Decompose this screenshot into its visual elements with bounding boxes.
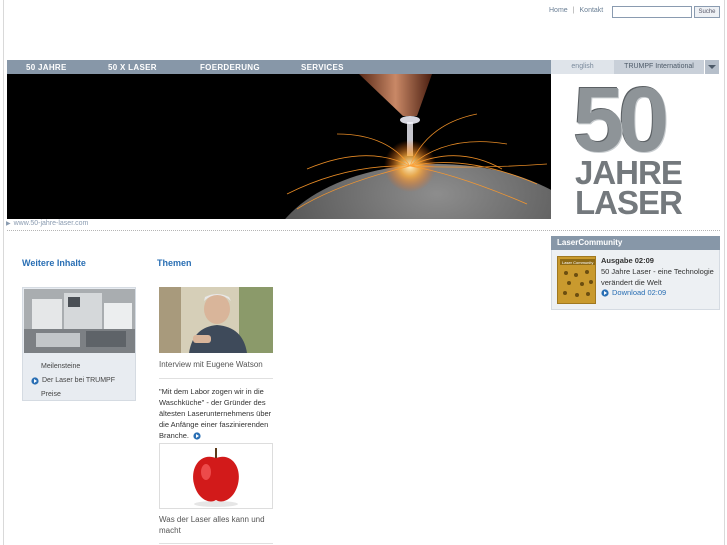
nav-item-50x-laser[interactable]: 50 X LASER bbox=[108, 63, 157, 72]
lab-photo bbox=[24, 289, 135, 353]
divider bbox=[159, 543, 273, 544]
arrow-bullet-icon bbox=[31, 377, 39, 385]
magazine-cover[interactable]: Laser Community bbox=[557, 256, 596, 304]
home-link[interactable]: Home bbox=[549, 7, 568, 14]
link-preise[interactable]: Preise bbox=[31, 388, 115, 402]
nav-item-50-jahre[interactable]: 50 JAHRE bbox=[26, 63, 67, 72]
cover-title: Laser Community bbox=[562, 260, 593, 265]
nav-item-foerderung[interactable]: FOERDERUNG bbox=[200, 63, 260, 72]
weitere-links: Meilensteine Der Laser bei TRUMPF Preise bbox=[31, 360, 115, 402]
lasercommunity-header: LaserCommunity bbox=[551, 236, 720, 250]
badge-number: 50 bbox=[573, 69, 669, 171]
download-link[interactable]: Download 02:09 bbox=[601, 288, 666, 297]
themen-title: Themen bbox=[157, 258, 192, 268]
kontakt-link[interactable]: Kontakt bbox=[580, 7, 604, 14]
dotted-divider bbox=[7, 230, 720, 231]
weitere-inhalte-title: Weitere Inhalte bbox=[22, 258, 86, 268]
50-jahre-laser-badge: 50 JAHRE LASER bbox=[551, 74, 720, 219]
arrow-right-icon: ▶ bbox=[6, 221, 11, 227]
issue-description: 50 Jahre Laser - eine Technologie veränd… bbox=[601, 267, 714, 287]
search-button[interactable]: Suche bbox=[694, 6, 720, 18]
international-dropdown-button[interactable] bbox=[704, 60, 719, 74]
top-links: Home | Kontakt bbox=[549, 7, 603, 14]
search-input[interactable] bbox=[612, 6, 692, 18]
link-laser-bei-trumpf[interactable]: Der Laser bei TRUMPF bbox=[31, 374, 115, 388]
divider bbox=[159, 378, 273, 379]
hero-caption-text: www.50-jahre-laser.com bbox=[13, 220, 89, 227]
link-meilensteine[interactable]: Meilensteine bbox=[31, 360, 115, 374]
interview-caption[interactable]: Interview mit Eugene Watson bbox=[159, 360, 263, 369]
hero-caption[interactable]: ▶ www.50-jahre-laser.com bbox=[6, 220, 88, 227]
interview-photo[interactable] bbox=[159, 287, 273, 353]
weitere-inhalte-box: Meilensteine Der Laser bei TRUMPF Preise bbox=[22, 287, 136, 401]
more-arrow-icon[interactable] bbox=[193, 432, 201, 440]
badge-laser: LASER bbox=[575, 184, 683, 221]
download-label: Download 02:09 bbox=[612, 288, 667, 297]
teaser-text: "Mit dem Labor zogen wir in die Waschküc… bbox=[159, 387, 272, 440]
link-label: Der Laser bei TRUMPF bbox=[42, 377, 116, 384]
chevron-down-icon bbox=[708, 65, 716, 69]
nav-item-services[interactable]: SERVICES bbox=[301, 63, 344, 72]
interview-teaser: "Mit dem Labor zogen wir in die Waschküc… bbox=[159, 386, 277, 441]
main-nav: 50 JAHRE 50 X LASER FOERDERUNG SERVICES bbox=[7, 60, 551, 74]
apple-image[interactable] bbox=[159, 443, 273, 509]
link-separator: | bbox=[572, 7, 575, 14]
apple-caption[interactable]: Was der Laser alles kann und macht bbox=[159, 514, 277, 536]
hero-image bbox=[7, 74, 551, 219]
laser-cutting-illustration bbox=[7, 74, 551, 219]
arrow-bullet-icon bbox=[601, 288, 609, 297]
issue-title: Ausgabe 02:09 bbox=[601, 256, 654, 265]
